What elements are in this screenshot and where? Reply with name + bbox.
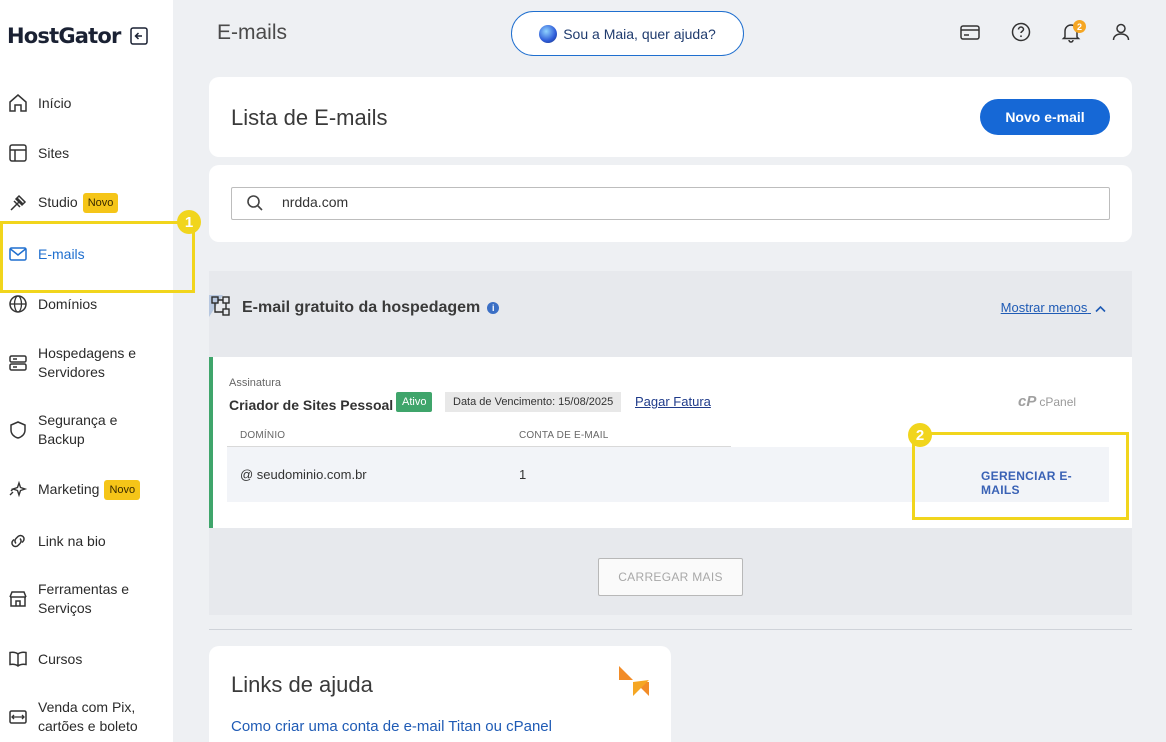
due-date-badge: Data de Vencimento: 15/08/2025 bbox=[445, 392, 622, 412]
shield-icon bbox=[7, 419, 29, 441]
brand-name: HostGator bbox=[7, 24, 121, 48]
search-input[interactable] bbox=[282, 194, 982, 210]
sidebar-item-label: Segurança e Backup bbox=[38, 412, 118, 447]
sidebar-item-link-na-bio[interactable]: Link na bio bbox=[0, 530, 173, 552]
help-link-create-email[interactable]: Como criar uma conta de e-mail Titan ou … bbox=[231, 718, 552, 735]
chevron-up-icon bbox=[1095, 301, 1106, 316]
sidebar-item-hospedagens[interactable]: Hospedagens e Servidores bbox=[0, 344, 173, 382]
sidebar-item-label: Início bbox=[38, 94, 72, 111]
cpanel-logo: cP cPanel bbox=[1018, 393, 1076, 410]
subscription-label: Assinatura bbox=[229, 377, 281, 389]
link-icon bbox=[7, 530, 29, 552]
email-list-title: Lista de E-mails bbox=[231, 105, 388, 130]
sidebar-item-venda[interactable]: Venda com Pix, cartões e boleto bbox=[0, 698, 173, 736]
studio-icon bbox=[7, 192, 29, 214]
help-links-card: Links de ajuda Como criar uma conta de e… bbox=[209, 646, 671, 742]
column-header-email-account: CONTA DE E-MAIL bbox=[519, 430, 609, 441]
billing-card-icon[interactable] bbox=[959, 21, 981, 43]
search-field[interactable] bbox=[231, 187, 1110, 220]
show-less-label: Mostrar menos bbox=[1000, 300, 1088, 315]
highlight-box-emails bbox=[0, 221, 195, 293]
info-icon[interactable]: i bbox=[487, 302, 500, 314]
assistant-button[interactable]: Sou a Maia, quer ajuda? bbox=[511, 11, 744, 56]
sidebar-item-ferramentas[interactable]: Ferramentas e Serviços bbox=[0, 580, 173, 618]
step-1-badge: 1 bbox=[177, 210, 201, 234]
assistant-label: Sou a Maia, quer ajuda? bbox=[563, 25, 716, 42]
cpanel-icon: cP bbox=[1018, 393, 1037, 410]
search-icon bbox=[246, 194, 264, 217]
server-icon bbox=[7, 352, 29, 374]
new-badge: Novo bbox=[104, 480, 141, 501]
sidebar-item-label: Domínios bbox=[38, 295, 98, 312]
sidebar-item-marketing[interactable]: Marketing Novo bbox=[0, 479, 173, 501]
sidebar-item-inicio[interactable]: Início bbox=[0, 92, 173, 114]
email-count-cell: 1 bbox=[519, 467, 527, 482]
sidebar-item-label: Sites bbox=[38, 144, 70, 161]
user-account-icon[interactable] bbox=[1110, 21, 1132, 43]
home-icon bbox=[7, 92, 29, 114]
column-header-domain: DOMÍNIO bbox=[240, 430, 286, 441]
maia-orb-icon bbox=[539, 24, 558, 43]
search-card bbox=[209, 165, 1132, 242]
help-icon[interactable] bbox=[1010, 21, 1032, 43]
payment-icon bbox=[7, 706, 29, 728]
sidebar-item-label: Studio bbox=[38, 193, 78, 210]
collapse-sidebar-icon[interactable] bbox=[129, 27, 148, 45]
hosting-panel-title: E-mail gratuito da hospedagem i bbox=[242, 299, 500, 317]
hosting-network-icon bbox=[209, 295, 233, 324]
pay-invoice-link[interactable]: Pagar Fatura bbox=[635, 394, 711, 409]
status-badge: Ativo bbox=[396, 392, 433, 412]
plan-name: Criador de Sites Pessoal bbox=[229, 397, 394, 413]
show-less-toggle[interactable]: Mostrar menos bbox=[1001, 300, 1106, 316]
load-more-button[interactable]: CARREGAR MAIS bbox=[598, 558, 743, 596]
hosting-panel-title-text: E-mail gratuito da hospedagem bbox=[242, 299, 481, 316]
hostgator-mark-icon bbox=[619, 666, 649, 701]
layout-icon bbox=[7, 142, 29, 164]
sidebar-item-label: Link na bio bbox=[38, 532, 106, 549]
sidebar: HostGator Início Sites Studio Novo E-mail… bbox=[0, 0, 173, 742]
new-email-button[interactable]: Novo e-mail bbox=[980, 99, 1110, 135]
sidebar-item-label: Venda com Pix, cartões e boleto bbox=[38, 699, 138, 734]
sidebar-item-dominios[interactable]: Domínios bbox=[0, 293, 173, 315]
notification-count: 2 bbox=[1073, 20, 1086, 33]
sidebar-item-label: Marketing bbox=[38, 480, 100, 497]
sidebar-item-label: Cursos bbox=[38, 650, 83, 667]
step-2-badge: 2 bbox=[908, 423, 932, 447]
new-badge: Novo bbox=[82, 193, 119, 214]
book-icon bbox=[7, 648, 29, 670]
sidebar-item-label: Ferramentas e Serviços bbox=[38, 581, 130, 616]
help-title: Links de ajuda bbox=[231, 672, 373, 697]
hostgator-logo[interactable]: HostGator bbox=[7, 24, 148, 48]
sidebar-item-sites[interactable]: Sites bbox=[0, 142, 173, 164]
sidebar-item-seguranca[interactable]: Segurança e Backup bbox=[0, 411, 173, 449]
domain-cell: @ seudominio.com.br bbox=[240, 467, 367, 482]
sparkle-icon bbox=[7, 479, 29, 501]
sidebar-item-cursos[interactable]: Cursos bbox=[0, 648, 173, 670]
globe-icon bbox=[7, 293, 29, 315]
tools-icon bbox=[7, 588, 29, 610]
email-list-card: Lista de E-mails Novo e-mail bbox=[209, 77, 1132, 157]
page-title: E-mails bbox=[217, 21, 288, 44]
section-divider bbox=[209, 629, 1132, 630]
cpanel-label: cPanel bbox=[1039, 394, 1077, 409]
sidebar-item-studio[interactable]: Studio Novo bbox=[0, 192, 173, 214]
sidebar-item-label: Hospedagens e Servidores bbox=[38, 345, 137, 380]
highlight-box-manage bbox=[912, 432, 1129, 520]
